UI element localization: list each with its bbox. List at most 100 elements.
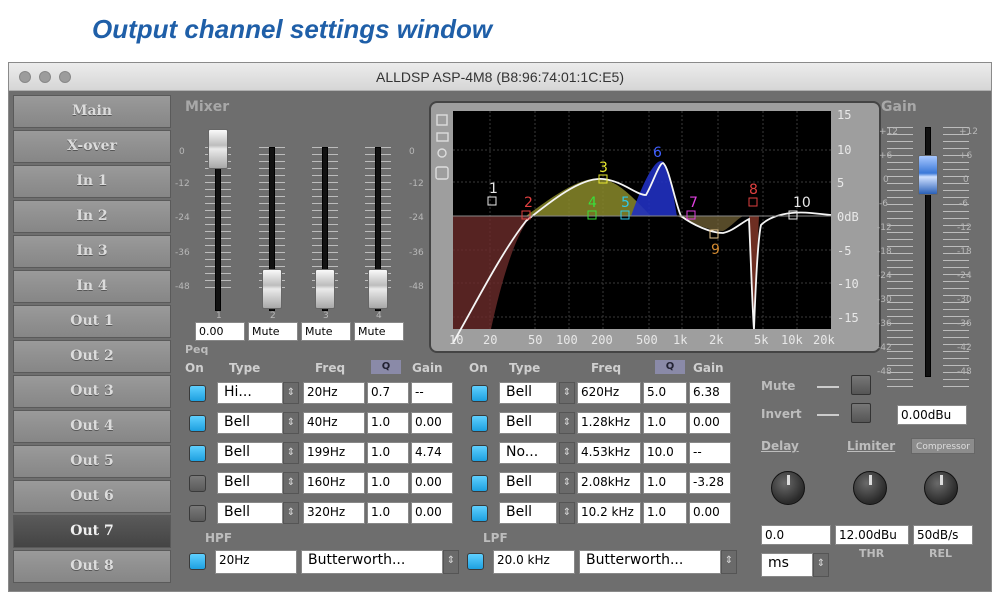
peq-right-2-freq[interactable]: 1.28kHz <box>577 412 641 434</box>
nav-out4[interactable]: Out 4 <box>13 410 171 443</box>
text-tool-icon[interactable] <box>435 166 449 180</box>
hpf-freq[interactable]: 20Hz <box>215 550 297 574</box>
peq-right-4-type-stepper[interactable]: ⇕ <box>559 472 575 494</box>
peq-left-3-enable[interactable] <box>189 445 206 462</box>
peq-left-q-button[interactable]: Q <box>371 360 401 374</box>
marker-2-label[interactable]: 2 <box>524 195 533 211</box>
marker-10-label[interactable]: 10 <box>793 195 811 211</box>
peq-right-5-gain[interactable]: 0.00 <box>689 502 731 524</box>
release-value[interactable]: 50dB/s <box>913 525 973 545</box>
peq-right-4-q[interactable]: 1.0 <box>643 472 687 494</box>
peq-left-5-q[interactable]: 1.0 <box>367 502 409 524</box>
mixer-ch2-value[interactable]: Mute <box>248 322 298 341</box>
peq-left-1-freq[interactable]: 20Hz <box>303 382 365 404</box>
peq-right-5-type-stepper[interactable]: ⇕ <box>559 502 575 524</box>
fader1-handle[interactable] <box>208 129 228 169</box>
nav-in2[interactable]: In 2 <box>13 200 171 233</box>
peq-left-4-type[interactable]: Bell <box>217 472 283 494</box>
peq-left-5-gain[interactable]: 0.00 <box>411 502 453 524</box>
peq-right-4-freq[interactable]: 2.08kHz <box>577 472 641 494</box>
gain-value[interactable]: 0.00dBu <box>897 405 967 425</box>
peq-left-5-type-stepper[interactable]: ⇕ <box>283 502 299 524</box>
peq-right-3-q[interactable]: 10.0 <box>643 442 687 464</box>
delay-value[interactable]: 0.0 <box>761 525 831 545</box>
peq-left-4-gain[interactable]: 0.00 <box>411 472 453 494</box>
peq-right-2-q[interactable]: 1.0 <box>643 412 687 434</box>
peq-right-3-enable[interactable] <box>471 445 488 462</box>
peq-left-4-q[interactable]: 1.0 <box>367 472 409 494</box>
marker-1-label[interactable]: 1 <box>489 181 498 197</box>
fader2-handle[interactable] <box>262 269 282 309</box>
peq-left-1-gain[interactable]: -- <box>411 382 453 404</box>
release-knob[interactable] <box>924 471 958 505</box>
peq-right-5-freq[interactable]: 10.2 kHz <box>577 502 641 524</box>
peq-right-1-gain[interactable]: 6.38 <box>689 382 731 404</box>
nav-in3[interactable]: In 3 <box>13 235 171 268</box>
peq-right-1-q[interactable]: 5.0 <box>643 382 687 404</box>
peq-left-3-q[interactable]: 1.0 <box>367 442 409 464</box>
peq-left-1-enable[interactable] <box>189 385 206 402</box>
peq-left-1-q[interactable]: 0.7 <box>367 382 409 404</box>
hpf-type-stepper[interactable]: ⇕ <box>443 550 459 574</box>
peq-left-2-type[interactable]: Bell <box>217 412 283 434</box>
marker-4-label[interactable]: 4 <box>588 195 597 211</box>
peq-right-3-type[interactable]: No... <box>499 442 557 464</box>
nav-out3[interactable]: Out 3 <box>13 375 171 408</box>
peq-right-5-type[interactable]: Bell <box>499 502 557 524</box>
mixer-ch3-value[interactable]: Mute <box>301 322 351 341</box>
invert-button[interactable] <box>851 403 871 423</box>
nav-out2[interactable]: Out 2 <box>13 340 171 373</box>
peq-right-4-enable[interactable] <box>471 475 488 492</box>
marker-7-label[interactable]: 7 <box>689 195 698 211</box>
peq-left-5-freq[interactable]: 320Hz <box>303 502 365 524</box>
hpf-type-select[interactable]: Butterworth... <box>301 550 443 574</box>
fader4-handle[interactable] <box>368 269 388 309</box>
peq-left-3-freq[interactable]: 199Hz <box>303 442 365 464</box>
peq-right-2-enable[interactable] <box>471 415 488 432</box>
nav-in4[interactable]: In 4 <box>13 270 171 303</box>
peq-right-4-gain[interactable]: -3.28 <box>689 472 731 494</box>
peq-right-4-type[interactable]: Bell <box>499 472 557 494</box>
peq-left-4-enable[interactable] <box>189 475 206 492</box>
compressor-button[interactable]: Compressor <box>911 438 975 454</box>
peq-right-1-enable[interactable] <box>471 385 488 402</box>
peq-left-2-gain[interactable]: 0.00 <box>411 412 453 434</box>
fader3-handle[interactable] <box>315 269 335 309</box>
peq-right-3-type-stepper[interactable]: ⇕ <box>559 442 575 464</box>
lpf-type-stepper[interactable]: ⇕ <box>721 550 737 574</box>
delay-unit-stepper[interactable]: ⇕ <box>813 553 829 577</box>
peq-right-2-type[interactable]: Bell <box>499 412 557 434</box>
nav-out8[interactable]: Out 8 <box>13 550 171 583</box>
threshold-knob[interactable] <box>853 471 887 505</box>
peq-left-2-type-stepper[interactable]: ⇕ <box>283 412 299 434</box>
peq-right-1-freq[interactable]: 620Hz <box>577 382 641 404</box>
peq-left-2-freq[interactable]: 40Hz <box>303 412 365 434</box>
peq-left-1-type-stepper[interactable]: ⇕ <box>283 382 299 404</box>
lpf-enable[interactable] <box>467 553 484 570</box>
marker-6-label[interactable]: 6 <box>653 145 662 161</box>
peq-left-3-type-stepper[interactable]: ⇕ <box>283 442 299 464</box>
peq-right-3-freq[interactable]: 4.53kHz <box>577 442 641 464</box>
marker-9-label[interactable]: 9 <box>711 242 720 258</box>
peq-right-5-q[interactable]: 1.0 <box>643 502 687 524</box>
peq-right-3-gain[interactable]: -- <box>689 442 731 464</box>
fullscreen-icon[interactable] <box>436 114 448 126</box>
nav-out1[interactable]: Out 1 <box>13 305 171 338</box>
mixer-ch4-value[interactable]: Mute <box>354 322 404 341</box>
peq-left-3-type[interactable]: Bell <box>217 442 283 464</box>
peq-left-4-freq[interactable]: 160Hz <box>303 472 365 494</box>
peq-right-2-type-stepper[interactable]: ⇕ <box>559 412 575 434</box>
camera-icon[interactable] <box>436 132 449 142</box>
peq-right-2-gain[interactable]: 0.00 <box>689 412 731 434</box>
peq-left-4-type-stepper[interactable]: ⇕ <box>283 472 299 494</box>
marker-3-label[interactable]: 3 <box>599 160 608 176</box>
peq-right-1-type[interactable]: Bell <box>499 382 557 404</box>
nav-out5[interactable]: Out 5 <box>13 445 171 478</box>
nav-in1[interactable]: In 1 <box>13 165 171 198</box>
marker-5-label[interactable]: 5 <box>621 195 630 211</box>
mute-button[interactable] <box>851 375 871 395</box>
peq-right-q-button[interactable]: Q <box>655 360 685 374</box>
threshold-value[interactable]: 12.00dBu <box>835 525 909 545</box>
peq-right-1-type-stepper[interactable]: ⇕ <box>559 382 575 404</box>
peq-left-3-gain[interactable]: 4.74 <box>411 442 453 464</box>
